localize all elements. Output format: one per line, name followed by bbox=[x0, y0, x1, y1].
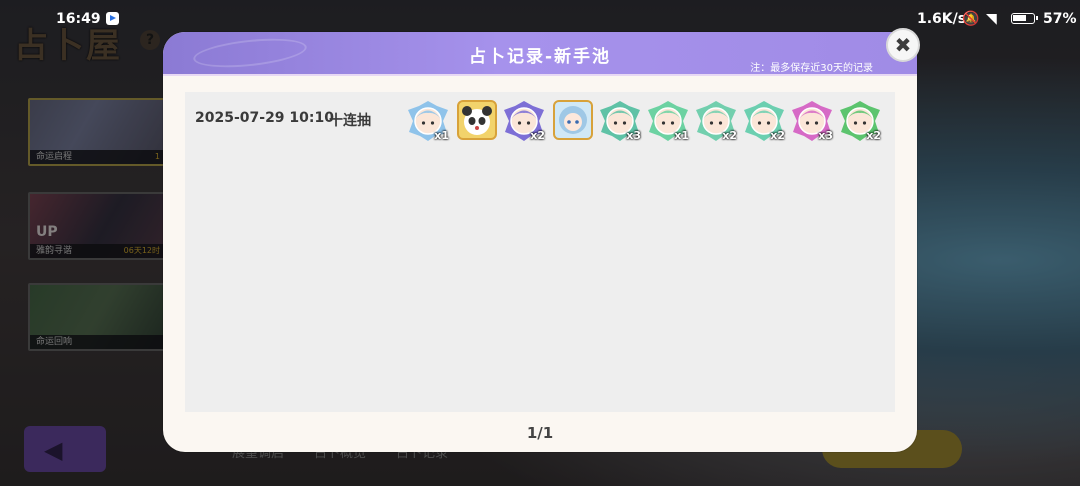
result-white-hair-girl[interactable]: x1 bbox=[647, 100, 689, 142]
battery-icon bbox=[1011, 13, 1038, 24]
result-count: x2 bbox=[866, 129, 881, 142]
result-count: x2 bbox=[770, 129, 785, 142]
result-panda[interactable] bbox=[455, 100, 497, 142]
result-fox[interactable]: x3 bbox=[599, 100, 641, 142]
result-green-hair-boy[interactable]: x2 bbox=[839, 100, 881, 142]
record-modal: 占卜记录-新手池 注：最多保存近30天的记录 2025-07-29 10:10 … bbox=[163, 32, 917, 452]
close-button[interactable]: ✖ bbox=[886, 28, 920, 62]
page-indicator: 1/1 bbox=[526, 424, 554, 442]
result-mint-hair-girl[interactable]: x2 bbox=[743, 100, 785, 142]
record-type: 十连抽 bbox=[329, 113, 371, 129]
bell-muted-icon: 🔕 bbox=[962, 11, 980, 27]
wifi-icon: ◥ bbox=[986, 11, 997, 27]
network-speed: 1.6K/s bbox=[917, 11, 967, 27]
modal-note: 注：最多保存近30天的记录 bbox=[750, 63, 873, 74]
result-count: x1 bbox=[674, 129, 689, 142]
record-time: 2025-07-29 10:10 bbox=[195, 110, 334, 126]
panda-icon bbox=[457, 100, 497, 140]
record-list[interactable]: 2025-07-29 10:10 十连抽 x1 x2 x3 x1 x2 x2 x3 x2 bbox=[185, 92, 895, 412]
silver-hair-girl-icon bbox=[553, 100, 593, 140]
record-row: 2025-07-29 10:10 十连抽 x1 x2 x3 x1 x2 x2 x3 x2 bbox=[185, 92, 895, 152]
result-count: x3 bbox=[626, 129, 641, 142]
result-silver-hair-girl[interactable] bbox=[551, 100, 593, 142]
modal-header: 占卜记录-新手池 注：最多保存近30天的记录 bbox=[163, 32, 917, 76]
result-count: x2 bbox=[722, 129, 737, 142]
result-count: x3 bbox=[818, 129, 833, 142]
result-count: x1 bbox=[434, 129, 449, 142]
battery-percent: 57% bbox=[1043, 11, 1077, 27]
status-time: 16:49 bbox=[56, 11, 101, 27]
result-brown-hair-girl[interactable]: x1 bbox=[407, 100, 449, 142]
result-teal-hair-girl[interactable]: x2 bbox=[695, 100, 737, 142]
result-purple-hair-girl[interactable]: x2 bbox=[503, 100, 545, 142]
result-pink-hair-girl[interactable]: x3 bbox=[791, 100, 833, 142]
video-app-icon bbox=[106, 12, 119, 25]
result-count: x2 bbox=[530, 129, 545, 142]
